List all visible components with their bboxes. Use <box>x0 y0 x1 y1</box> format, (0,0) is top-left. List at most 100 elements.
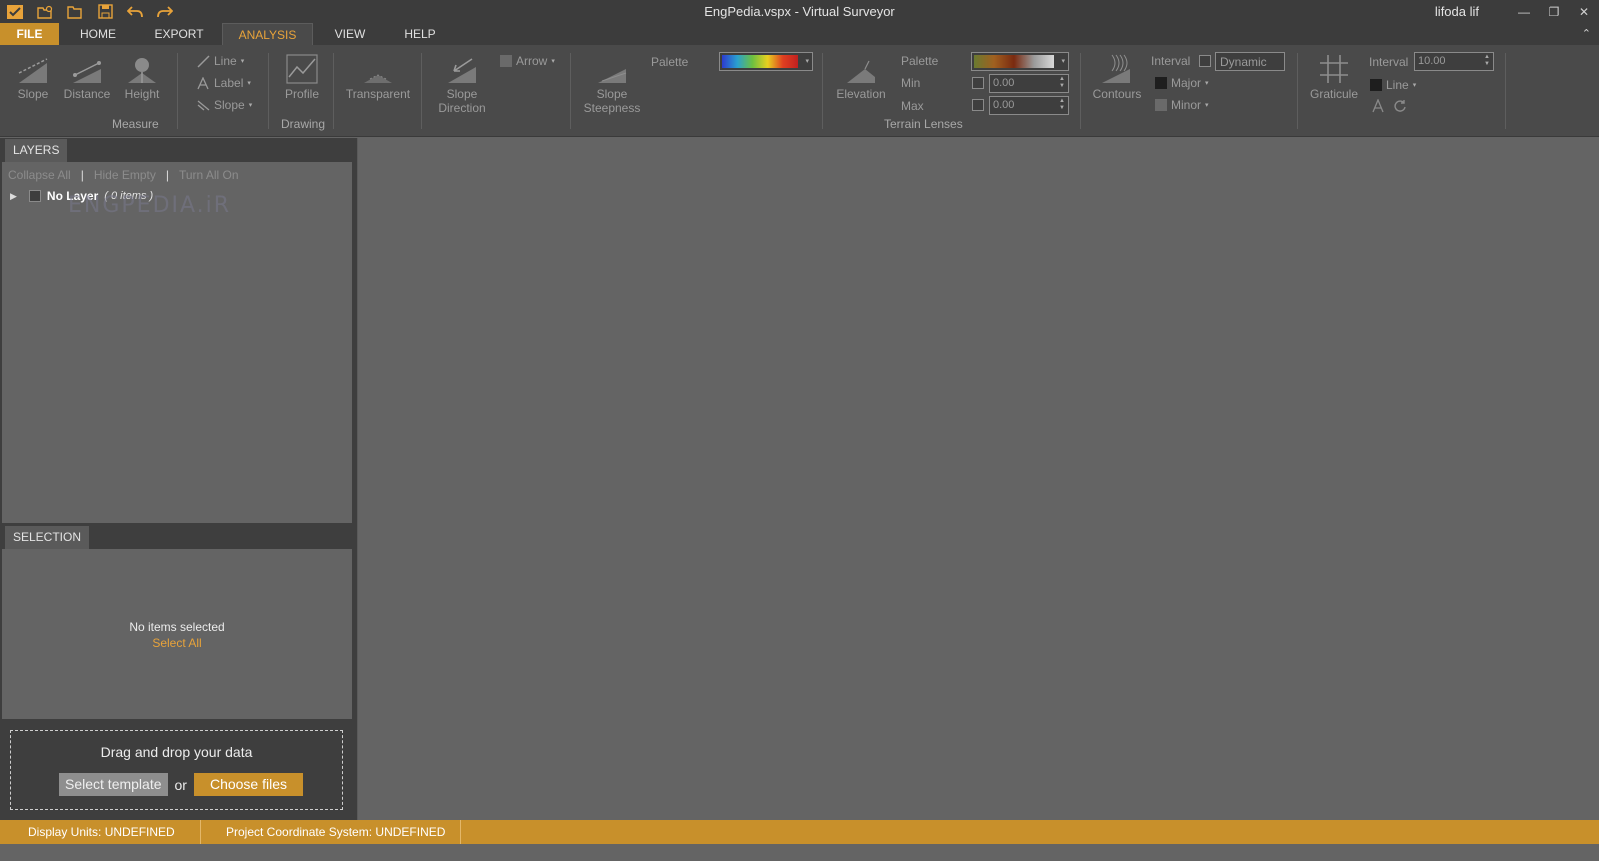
slope-direction-label-2: Direction <box>438 101 486 115</box>
ribbon-tabs: FILE HOME EXPORT ANALYSIS VIEW HELP ⌃ <box>0 23 1599 46</box>
slope-steepness-label-2: Steepness <box>583 101 641 115</box>
collapse-all-link[interactable]: Collapse All <box>8 168 71 182</box>
slope-steepness-icon <box>598 69 627 83</box>
layer-links: Collapse All | Hide Empty | Turn All On <box>8 168 239 182</box>
transparent-button[interactable]: Transparent <box>345 55 411 101</box>
layer-visibility-checkbox[interactable] <box>28 190 41 202</box>
height-button[interactable]: Height <box>121 55 163 101</box>
label-icon <box>197 76 209 89</box>
drop-zone-title: Drag and drop your data <box>100 744 253 760</box>
max-checkbox[interactable] <box>972 99 984 111</box>
height-icon <box>128 58 156 83</box>
arrow-color-swatch <box>500 55 512 67</box>
transparent-icon <box>364 74 392 83</box>
line-dropdown[interactable]: Line ▾ <box>197 54 244 68</box>
min-value: 0.00 <box>993 77 1015 89</box>
max-input[interactable]: 0.00 ▲ ▼ <box>989 96 1069 115</box>
slope-dropdown[interactable]: Slope ▾ <box>197 98 252 112</box>
min-input[interactable]: 0.00 ▲ ▼ <box>989 74 1069 93</box>
label-caret-icon: ▾ <box>247 80 251 87</box>
min-checkbox[interactable] <box>972 77 984 89</box>
major-dropdown[interactable]: Major ▾ <box>1155 76 1209 90</box>
tab-view[interactable]: VIEW <box>328 23 372 45</box>
slope-steepness-button[interactable]: Slope Steepness <box>582 55 642 115</box>
contours-button[interactable]: Contours <box>1090 53 1144 101</box>
major-caret-icon: ▾ <box>1205 80 1209 87</box>
select-all-link[interactable]: Select All <box>2 636 352 650</box>
restore-icon[interactable]: ❐ <box>1539 0 1569 23</box>
graticule-line-label: Line <box>1386 78 1409 92</box>
tab-home[interactable]: HOME <box>68 23 128 45</box>
min-spin-icon[interactable]: ▲ ▼ <box>1059 76 1065 90</box>
choose-files-button[interactable]: Choose files <box>193 773 303 796</box>
graticule-interval-input[interactable]: 10.00 ▲ ▼ <box>1414 52 1494 71</box>
elevation-button[interactable]: Elevation <box>834 55 888 101</box>
graticule-interval-label: Interval <box>1369 55 1409 69</box>
selection-tab[interactable]: SELECTION <box>5 526 90 549</box>
line-label: Line <box>214 54 237 68</box>
minor-label: Minor <box>1171 98 1202 112</box>
min-label: Min <box>901 76 921 90</box>
turn-all-on-link[interactable]: Turn All On <box>179 168 239 182</box>
height-label: Height <box>124 87 160 101</box>
close-icon[interactable]: ✕ <box>1569 0 1599 23</box>
palette-caret-icon: ▾ <box>805 58 809 65</box>
max-spin-icon[interactable]: ▲ ▼ <box>1059 98 1065 112</box>
profile-button[interactable]: Profile <box>282 53 322 101</box>
minor-dropdown[interactable]: Minor ▾ <box>1155 98 1209 112</box>
max-value: 0.00 <box>993 99 1015 111</box>
hide-empty-link[interactable]: Hide Empty <box>94 168 156 182</box>
slope-measure-button[interactable]: Slope <box>14 55 52 101</box>
max-label: Max <box>901 99 924 113</box>
graticule-icon <box>1320 55 1348 83</box>
palette-label: Palette <box>651 55 689 69</box>
slope-small-icon <box>197 99 210 111</box>
measure-group-label: Measure <box>112 117 159 131</box>
transparent-label: Transparent <box>345 87 411 101</box>
graticule-spin-icon[interactable]: ▲ ▼ <box>1484 54 1490 68</box>
expand-arrow-icon[interactable]: ▶ <box>10 191 17 202</box>
contours-icon <box>1102 54 1130 83</box>
tab-file[interactable]: FILE <box>0 23 59 45</box>
tab-analysis[interactable]: ANALYSIS <box>222 23 313 46</box>
coordinate-system-status[interactable]: Project Coordinate System: UNDEFINED <box>226 820 445 844</box>
slope-measure-icon <box>18 58 48 83</box>
rotate-icon[interactable] <box>1393 99 1407 113</box>
distance-label: Distance <box>63 87 111 101</box>
layers-tab[interactable]: LAYERS <box>5 139 68 162</box>
display-units-status[interactable]: Display Units: UNDEFINED <box>28 820 175 844</box>
drop-zone[interactable]: Drag and drop your data Select template … <box>10 730 343 810</box>
slope-caret-icon: ▾ <box>248 102 253 109</box>
graticule-line-dropdown[interactable]: Line ▾ <box>1370 78 1416 92</box>
window-title: EngPedia.vspx - Virtual Surveyor <box>704 4 895 19</box>
bottom-strip <box>0 844 1599 861</box>
slope-small-label: Slope <box>214 98 245 112</box>
drawing-group-label: Drawing <box>281 117 326 131</box>
elevation-icon <box>847 60 875 83</box>
tab-help[interactable]: HELP <box>398 23 442 45</box>
elevation-label: Elevation <box>836 87 886 101</box>
distance-button[interactable]: Distance <box>62 55 112 101</box>
steepness-palette-dropdown[interactable]: ▾ <box>719 52 813 71</box>
minimize-icon[interactable]: — <box>1509 0 1539 23</box>
link-separator: | <box>80 168 84 182</box>
watermark-logo: ENGPEDIA.iR <box>68 193 232 218</box>
dynamic-checkbox[interactable] <box>1199 55 1211 67</box>
slope-direction-button[interactable]: Slope Direction <box>434 55 490 115</box>
terrain-palette-dropdown[interactable]: ▾ <box>971 52 1069 71</box>
text-label-icon[interactable] <box>1371 99 1385 113</box>
label-dropdown[interactable]: Label ▾ <box>197 76 251 90</box>
terrain-palette-label: Palette <box>901 54 939 68</box>
map-viewport[interactable] <box>357 138 1599 820</box>
ribbon: Slope Distance Height Line ▾ Label ▾ Slope… <box>0 45 1599 137</box>
user-name[interactable]: lifoda lif <box>1435 4 1479 19</box>
tab-export[interactable]: EXPORT <box>146 23 212 45</box>
status-bar: Display Units: UNDEFINED Project Coordin… <box>0 820 1599 844</box>
arrow-dropdown[interactable]: Arrow ▾ <box>500 54 555 68</box>
no-items-message: No items selected <box>129 620 225 634</box>
select-template-button[interactable]: Select template <box>59 773 168 796</box>
dynamic-input[interactable]: Dynamic <box>1215 52 1285 71</box>
graticule-button[interactable]: Graticule <box>1307 53 1361 101</box>
collapse-ribbon-icon[interactable]: ⌃ <box>1582 27 1591 40</box>
graticule-interval-value: 10.00 <box>1418 55 1446 67</box>
